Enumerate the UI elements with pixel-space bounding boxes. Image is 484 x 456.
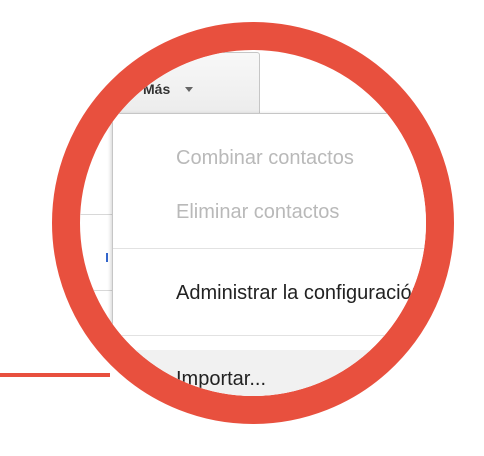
zoomed-area: Más Combinar contactos Eliminar contacto… xyxy=(80,50,426,396)
menu-item-import[interactable]: Importar... xyxy=(176,368,266,391)
chevron-down-icon xyxy=(185,87,193,92)
magnifier-circle: Más Combinar contactos Eliminar contacto… xyxy=(52,22,454,424)
menu-divider xyxy=(113,248,426,249)
menu-item-hover-background xyxy=(113,350,426,396)
menu-item-manage-settings[interactable]: Administrar la configuración xyxy=(176,282,423,305)
menu-item-delete-contacts: Eliminar contactos xyxy=(176,201,340,223)
menu-divider xyxy=(113,335,426,336)
menu-item-merge-contacts: Combinar contactos xyxy=(176,147,354,169)
more-button[interactable]: Más xyxy=(112,52,260,114)
more-dropdown-menu: Combinar contactos Eliminar contactos Ad… xyxy=(112,113,426,396)
more-button-label: Más xyxy=(143,81,171,97)
background-link-fragment xyxy=(106,253,108,262)
background-link-fragment xyxy=(106,332,108,341)
